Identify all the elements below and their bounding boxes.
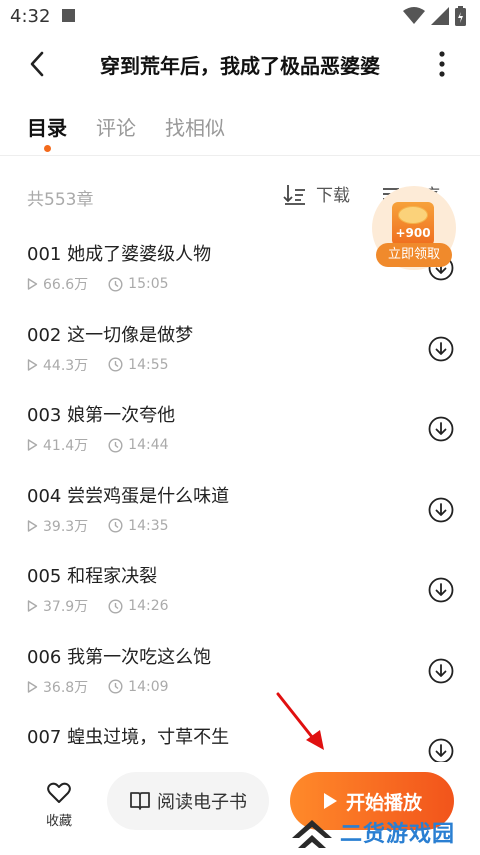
play-count: 41.4万 [27, 435, 88, 455]
read-ebook-label: 阅读电子书 [157, 792, 247, 813]
download-chapter-icon[interactable] [428, 577, 454, 603]
duration-value: 14:09 [128, 678, 169, 695]
signal-icon [431, 7, 449, 25]
chapter-row[interactable]: 004 尝尝鸡蛋是什么味道 39.3万 14:35 [0, 464, 480, 545]
play-count-icon [27, 680, 38, 693]
play-count-icon [27, 600, 38, 612]
watermark-text: 二货游戏园 [340, 821, 456, 847]
red-arrow-annotation [276, 692, 324, 750]
chapter-row[interactable]: 002 这一切像是做梦 44.3万 14:55 [0, 303, 480, 384]
favorite-button[interactable]: 收藏 [36, 782, 82, 829]
chapter-row[interactable]: 005 和程家决裂 37.9万 14:26 [0, 544, 480, 625]
chapter-row[interactable]: 003 娘第一次夸他 41.4万 14:44 [0, 383, 480, 464]
chapter-title: 006 我第一次吃这么饱 [27, 646, 212, 668]
download-chapter-icon[interactable] [428, 416, 454, 442]
duration: 14:35 [108, 517, 169, 534]
play-count-icon [27, 278, 38, 290]
download-sort-icon [283, 184, 305, 205]
status-bar: 4:32 [0, 0, 480, 34]
play-count-value: 41.4万 [43, 438, 89, 454]
play-count: 66.6万 [27, 274, 88, 294]
chapter-title: 002 这一切像是做梦 [27, 324, 194, 346]
duration: 14:44 [108, 437, 169, 453]
read-ebook-button[interactable]: 阅读电子书 [107, 772, 269, 830]
back-button[interactable] [22, 48, 52, 80]
play-count-icon [27, 439, 38, 451]
clock-icon [108, 357, 123, 372]
coin-icon [398, 206, 428, 224]
book-icon [130, 792, 150, 810]
play-count-icon [27, 358, 38, 371]
play-count: 39.3万 [27, 516, 88, 536]
play-count-value: 39.3万 [43, 518, 89, 535]
watermark: 二货游戏园 [290, 808, 480, 855]
chapter-title: 004 尝尝鸡蛋是什么味道 [27, 485, 230, 507]
heart-icon [47, 782, 71, 803]
battery-icon [455, 6, 466, 26]
clock-icon [108, 276, 123, 292]
play-count-value: 36.8万 [43, 679, 89, 696]
status-icons [403, 6, 466, 26]
tab-similar[interactable]: 找相似 [165, 112, 225, 141]
chapter-meta: 44.3万 14:55 [27, 355, 189, 375]
play-count: 36.8万 [27, 677, 88, 697]
status-time: 4:32 [10, 6, 51, 27]
download-chapter-icon[interactable] [428, 497, 454, 523]
more-options-button[interactable] [432, 48, 452, 80]
book-title: 穿到荒年后，我成了极品恶婆婆 [100, 54, 380, 78]
duration: 14:09 [108, 678, 169, 695]
more-vertical-icon [439, 51, 445, 77]
clock-icon [108, 518, 123, 533]
clock-icon [108, 598, 123, 614]
download-chapter-icon[interactable] [428, 738, 454, 764]
favorite-label: 收藏 [45, 814, 72, 829]
play-count-value: 44.3万 [43, 357, 89, 374]
claim-reward-button[interactable]: 立即领取 [376, 243, 452, 267]
title-bar: 穿到荒年后，我成了极品恶婆婆 [0, 34, 480, 94]
duration-value: 14:35 [128, 517, 169, 534]
notification-icon [62, 9, 75, 22]
chapter-title: 005 和程家决裂 [27, 566, 158, 587]
watermark-logo-icon [292, 819, 332, 848]
chapter-meta: 36.8万 14:09 [27, 677, 189, 697]
duration: 14:26 [108, 598, 169, 614]
tab-bar: 目录 评论 找相似 [0, 104, 480, 154]
duration: 14:55 [108, 356, 169, 373]
duration-value: 14:55 [128, 356, 169, 373]
chapter-title: 007 蝗虫过境，寸草不生 [27, 727, 230, 748]
active-tab-indicator [44, 145, 51, 152]
download-all-button[interactable]: 下载 [282, 181, 350, 206]
chapter-row[interactable]: 006 我第一次吃这么饱 36.8万 14:09 [0, 625, 480, 706]
divider [0, 155, 480, 156]
duration-value: 14:44 [128, 437, 169, 453]
download-chapter-icon[interactable] [428, 336, 454, 362]
duration-value: 15:05 [128, 276, 169, 292]
download-label: 下载 [316, 186, 350, 206]
chapter-meta: 66.6万 15:05 [27, 274, 189, 294]
play-count-value: 37.9万 [43, 599, 89, 615]
duration-value: 14:26 [128, 598, 169, 614]
chapter-meta: 41.4万 14:44 [27, 435, 189, 455]
reward-amount: +900 [395, 226, 431, 240]
chapter-meta: 37.9万 14:26 [27, 596, 189, 616]
chapter-title: 003 娘第一次夸他 [27, 405, 176, 426]
back-arrow-icon [30, 51, 44, 77]
clock-icon [108, 437, 123, 453]
play-count-icon [27, 519, 38, 532]
duration: 15:05 [108, 276, 169, 292]
tab-catalog[interactable]: 目录 [27, 112, 67, 141]
wifi-icon [403, 7, 425, 24]
play-count: 44.3万 [27, 355, 88, 375]
download-chapter-icon[interactable] [428, 658, 454, 684]
chapter-list: 001 她成了婆婆级人物 66.6万 15:05 002 这一切像是做梦 44.3万 14… [0, 222, 480, 786]
tab-comments[interactable]: 评论 [96, 112, 136, 141]
chapter-count: 共553章 [27, 190, 94, 210]
chapter-meta: 39.3万 14:35 [27, 516, 189, 536]
play-count-value: 66.6万 [43, 277, 89, 293]
reward-widget[interactable]: +900 立即领取 [372, 186, 456, 270]
clock-icon [108, 679, 123, 694]
play-count: 37.9万 [27, 596, 88, 616]
reward-card: +900 [392, 202, 434, 246]
chapter-title: 001 她成了婆婆级人物 [27, 244, 212, 265]
